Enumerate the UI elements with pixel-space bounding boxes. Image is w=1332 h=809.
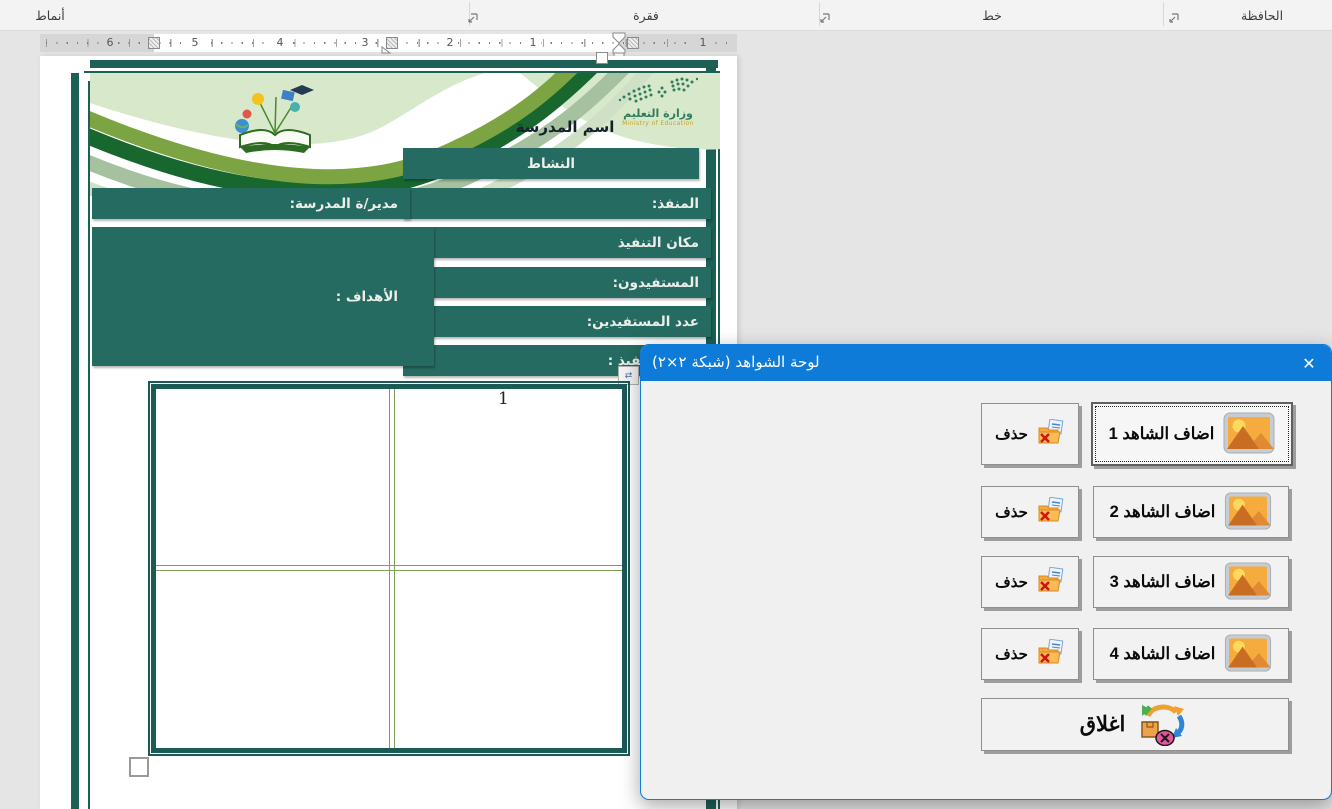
application-window: أنماط فقرة خط الحافظة 6 5 4 3 2 1 [0, 0, 1332, 809]
delete-evidence-1-button[interactable]: حذف [981, 403, 1079, 465]
delete-evidence-1-label: حذف [995, 425, 1028, 443]
ruler-tab-marker[interactable] [148, 37, 160, 49]
delete-evidence-2-label: حذف [995, 503, 1028, 521]
logo-dots-emblem [618, 76, 698, 104]
ruler-indent-triangle[interactable] [381, 46, 391, 54]
close-dialog-button[interactable]: اغلاق [981, 698, 1289, 751]
delete-folder-icon [1037, 639, 1065, 669]
ruler-tab-marker[interactable] [627, 37, 639, 49]
picture-icon [1224, 634, 1272, 675]
add-evidence-4-label: اضاف الشاهد 4 [1110, 644, 1216, 664]
ruler-number: 1 [695, 36, 711, 50]
ribbon-group-paragraph: فقرة [606, 8, 686, 23]
document-page[interactable]: وزارة التعليم Ministry of Education اسم … [40, 56, 737, 809]
add-evidence-3-label: اضاف الشاهد 3 [1110, 572, 1216, 592]
add-evidence-3-button[interactable]: اضاف الشاهد 3 [1093, 556, 1289, 608]
ruler-number: 4 [272, 36, 288, 50]
close-icon[interactable]: ✕ [1296, 350, 1322, 376]
close-package-icon [1134, 700, 1190, 749]
ruler-number: 5 [187, 36, 203, 50]
delete-evidence-3-button[interactable]: حذف [981, 556, 1079, 608]
dialog-launcher-icon[interactable] [818, 12, 831, 25]
ribbon-group-styles: أنماط [20, 8, 80, 23]
add-evidence-2-button[interactable]: اضاف الشاهد 2 [1093, 486, 1289, 538]
grid-cell-bottom-left[interactable] [156, 571, 389, 748]
ruler-number: 6 [102, 36, 118, 50]
delete-evidence-2-button[interactable]: حذف [981, 486, 1079, 538]
ruler-number: 1 [525, 36, 541, 50]
delete-folder-icon [1037, 567, 1065, 597]
field-principal[interactable]: مدير/ة المدرسة: [92, 188, 410, 219]
field-executor[interactable]: المنفذ: [403, 188, 711, 219]
dialog-launcher-icon[interactable] [1167, 12, 1180, 25]
grid-cell-top-left[interactable] [156, 389, 389, 565]
grid-cell-text: 1 [498, 389, 509, 409]
frame-top-bar [90, 60, 718, 68]
grid-cell-bottom-right[interactable] [395, 571, 622, 748]
close-dialog-label: اغلاق [1080, 712, 1126, 737]
add-evidence-1-button[interactable]: اضاف الشاهد 1 [1091, 402, 1293, 466]
delete-folder-icon [1037, 419, 1065, 449]
ribbon-group-strip: أنماط فقرة خط الحافظة [0, 0, 1332, 31]
object-anchor-square[interactable] [129, 757, 149, 777]
delete-evidence-4-label: حذف [995, 645, 1028, 663]
shape-handle[interactable] [596, 52, 608, 64]
logo-english-text: Ministry of Education [612, 120, 704, 127]
add-evidence-4-button[interactable]: اضاف الشاهد 4 [1093, 628, 1289, 680]
evidence-board-dialog: لوحة الشواهد (شبكة ٢×٢) ✕ اضاف الشاهد 1 … [640, 344, 1332, 800]
frame-left-bar [71, 73, 79, 809]
delete-folder-icon [1037, 497, 1065, 527]
add-evidence-1-label: اضاف الشاهد 1 [1109, 424, 1215, 444]
dialog-title: لوحة الشواهد (شبكة ٢×٢) [652, 353, 820, 371]
ministry-of-education-logo: وزارة التعليم Ministry of Education [612, 76, 704, 127]
picture-icon [1224, 562, 1272, 603]
picture-icon [1224, 492, 1272, 533]
field-beneficiaries-count[interactable]: عدد المستفيدين: [403, 306, 711, 337]
delete-evidence-3-label: حذف [995, 573, 1028, 591]
ribbon-group-font: خط [952, 8, 1032, 23]
add-evidence-2-label: اضاف الشاهد 2 [1110, 502, 1216, 522]
logo-arabic-text: وزارة التعليم [612, 108, 704, 120]
school-name-label[interactable]: اسم المدرسة [510, 118, 620, 136]
ruler-number: 2 [442, 36, 458, 50]
field-objectives[interactable]: الأهداف : [92, 227, 434, 366]
field-activity[interactable]: النشاط [403, 148, 699, 179]
field-beneficiaries[interactable]: المستفيدون: [403, 267, 711, 298]
grid-cell-top-right[interactable] [395, 389, 622, 565]
field-place[interactable]: مكان التنفيذ [403, 227, 711, 258]
ruler-number: 3 [357, 36, 373, 50]
dialog-launcher-icon[interactable] [466, 12, 479, 25]
ribbon-group-clipboard: الحافظة [1212, 8, 1312, 23]
picture-icon [1223, 412, 1275, 457]
delete-evidence-4-button[interactable]: حذف [981, 628, 1079, 680]
ruler-indent-marker[interactable] [611, 32, 627, 58]
dialog-title-bar[interactable]: لوحة الشواهد (شبكة ٢×٢) ✕ [641, 345, 1331, 381]
ribbon-separator [1163, 2, 1164, 26]
evidence-grid-table: 1 [148, 381, 630, 756]
